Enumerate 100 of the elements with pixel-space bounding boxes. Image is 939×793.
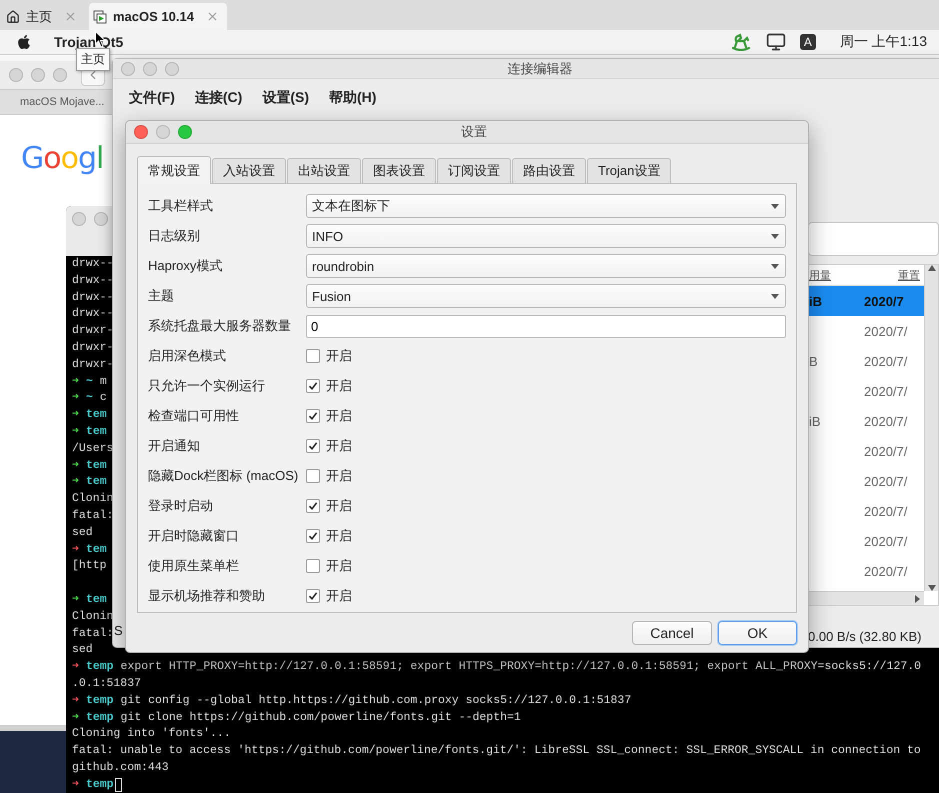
zoom-button[interactable] xyxy=(178,125,192,139)
checkbox-label[interactable]: 开启 xyxy=(326,557,352,575)
tab[interactable]: 常规设置 xyxy=(137,156,211,184)
input-method[interactable]: A xyxy=(800,34,816,50)
tab[interactable]: 图表设置 xyxy=(362,158,436,183)
number-field[interactable]: 0 xyxy=(306,314,786,338)
table-row[interactable]: B 2020/7/ xyxy=(809,346,924,376)
terminal-line: ➜ tem xyxy=(72,424,107,440)
checkbox[interactable] xyxy=(306,349,320,363)
scroll-down-icon[interactable] xyxy=(928,585,936,591)
terminal-line: drwxr- xyxy=(72,340,114,356)
table-row[interactable]: iB 2020/7 xyxy=(809,286,924,316)
checkbox[interactable] xyxy=(306,409,320,423)
dropdown[interactable]: Fusion xyxy=(306,284,786,308)
menu-item[interactable]: 文件(F) xyxy=(119,89,185,107)
field-label: 系统托盘最大服务器数量 xyxy=(148,317,292,335)
table-row[interactable]: iB 2020/7/ xyxy=(809,406,924,436)
scroll-right-icon[interactable] xyxy=(915,594,920,602)
terminal-line: drwxr- xyxy=(72,356,114,373)
checkbox-label[interactable]: 开启 xyxy=(326,497,352,515)
close-button[interactable] xyxy=(134,125,148,139)
tab[interactable]: 订阅设置 xyxy=(437,158,511,183)
tab[interactable]: 入站设置 xyxy=(212,158,286,183)
browser-tab[interactable]: macOS Mojave... xyxy=(0,89,112,115)
close-icon[interactable] xyxy=(64,10,77,23)
terminal-line: Cloning into 'fonts'... xyxy=(72,726,231,742)
checkbox[interactable] xyxy=(306,529,320,543)
caret-icon xyxy=(771,204,779,208)
tab[interactable]: Trojan设置 xyxy=(587,158,672,183)
menu-item[interactable]: 设置(S) xyxy=(252,89,319,107)
browser-tab[interactable]: macOS 10.14 xyxy=(89,3,227,30)
tab[interactable]: 路由设置 xyxy=(512,158,586,183)
window-title: 设置 xyxy=(460,123,488,141)
cancel-button[interactable]: Cancel xyxy=(632,621,712,645)
table-row[interactable]: 2020/7/ xyxy=(809,526,924,556)
table-row[interactable]: 2020/7/ xyxy=(809,496,924,526)
table-row[interactable]: 2020/7/ xyxy=(809,316,924,346)
field-label: 登录时启动 xyxy=(148,497,214,515)
checkbox[interactable] xyxy=(306,439,320,453)
caret-icon xyxy=(771,264,779,268)
caret-icon xyxy=(771,234,779,238)
checkbox-label[interactable]: 开启 xyxy=(326,377,352,395)
tab[interactable]: 出站设置 xyxy=(287,158,361,183)
checkbox[interactable] xyxy=(306,499,320,513)
apple-icon[interactable] xyxy=(16,34,32,50)
close-button[interactable] xyxy=(72,212,86,226)
close-button[interactable] xyxy=(121,62,135,76)
tooltip: 主页 xyxy=(76,48,110,71)
checkbox-label[interactable]: 开启 xyxy=(326,527,352,545)
vertical-scrollbar[interactable] xyxy=(924,265,938,591)
terminal-line: ➜ temp export HTTP_PROXY=http://127.0.0.1:58591; export HTTPS_PROXY=http://127.0.0.1:58591; export ALL_PROXY=socks5://127.0 xyxy=(72,659,922,676)
minimize-button[interactable] xyxy=(31,68,45,82)
display-icon[interactable] xyxy=(766,32,786,52)
checkbox[interactable] xyxy=(306,469,320,483)
field-label: Haproxy模式 xyxy=(148,257,224,275)
status-text: 0.00 B/s (32.80 KB) xyxy=(808,629,922,644)
checkbox-label[interactable]: 开启 xyxy=(326,587,352,605)
zoom-button[interactable] xyxy=(165,62,179,76)
table-row[interactable]: 2020/7/ xyxy=(809,376,924,406)
menu-item[interactable]: 连接(C) xyxy=(184,89,252,107)
checkbox-label[interactable]: 开启 xyxy=(326,407,352,425)
table-cell: iB xyxy=(809,294,822,308)
browser-tab[interactable]: 主页 xyxy=(2,3,85,30)
close-button[interactable] xyxy=(9,68,23,82)
terminal-line: fatal: xyxy=(72,626,114,642)
close-icon[interactable] xyxy=(206,10,219,23)
search-field[interactable] xyxy=(808,222,939,256)
checkbox[interactable] xyxy=(306,559,320,573)
clock[interactable]: 周一 上午1:13 xyxy=(840,33,927,51)
ok-button[interactable]: OK xyxy=(718,621,797,645)
dropdown[interactable]: INFO xyxy=(306,224,786,248)
checkbox[interactable] xyxy=(306,379,320,393)
table-cell: B xyxy=(809,354,818,368)
dropdown[interactable]: 文本在图标下 xyxy=(306,194,786,218)
table-cell: 2020/7/ xyxy=(864,504,908,518)
minimize-button[interactable] xyxy=(143,62,157,76)
table-cell: 2020/7/ xyxy=(864,354,908,368)
table-row[interactable]: 2020/7/ xyxy=(809,466,924,496)
column-header[interactable]: 用量 xyxy=(809,268,835,282)
checkbox-label[interactable]: 开启 xyxy=(326,347,352,365)
column-header[interactable]: 重置 xyxy=(898,268,924,282)
dropdown[interactable]: roundrobin xyxy=(306,254,786,278)
horizontal-scrollbar[interactable] xyxy=(809,591,924,605)
terminal-line: drwx-- xyxy=(72,290,114,306)
checkbox[interactable] xyxy=(306,589,320,603)
minimize-button[interactable] xyxy=(156,125,170,139)
rocking-horse-icon[interactable] xyxy=(730,33,752,51)
checkbox-label[interactable]: 开启 xyxy=(326,437,352,455)
terminal-line: fatal: unable to access 'https://github.com/powerline/fonts.git/': LibreSSL SSL_connect: SSL_ERROR_SYSCALL in connection to xyxy=(72,743,921,760)
menu-item[interactable]: 帮助(H) xyxy=(319,89,386,107)
checkbox-label[interactable]: 开启 xyxy=(326,467,352,485)
table-cell: 2020/7/ xyxy=(864,474,908,488)
field-label: 隐藏Dock栏图标 (macOS) xyxy=(148,467,300,485)
scroll-up-icon[interactable] xyxy=(928,265,936,271)
zoom-button[interactable] xyxy=(53,68,67,82)
table-row[interactable]: 2020/7/ xyxy=(809,436,924,466)
terminal-line: Clonin xyxy=(72,608,114,625)
minimize-button[interactable] xyxy=(94,212,108,226)
table-row[interactable]: 2020/7/ xyxy=(809,556,924,586)
table-cell: 2020/7/ xyxy=(864,534,908,548)
